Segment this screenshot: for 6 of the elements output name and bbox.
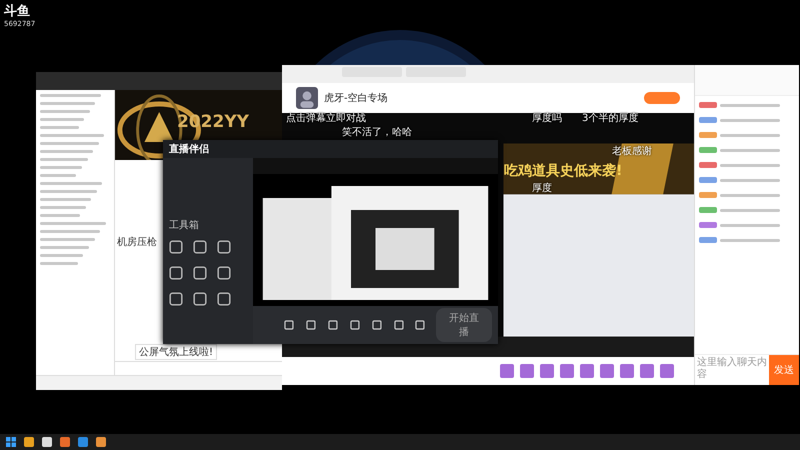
toolbox-heading: 工具箱 (169, 219, 200, 232)
notice-bubble: 公屏气氛上线啦! (135, 344, 218, 360)
send-button[interactable]: 发送 (769, 355, 799, 385)
chat-input[interactable]: 这里输入聊天内容 (695, 355, 769, 385)
chat-message: 机房压枪 (117, 237, 157, 248)
logo: 斗鱼 (4, 3, 30, 20)
